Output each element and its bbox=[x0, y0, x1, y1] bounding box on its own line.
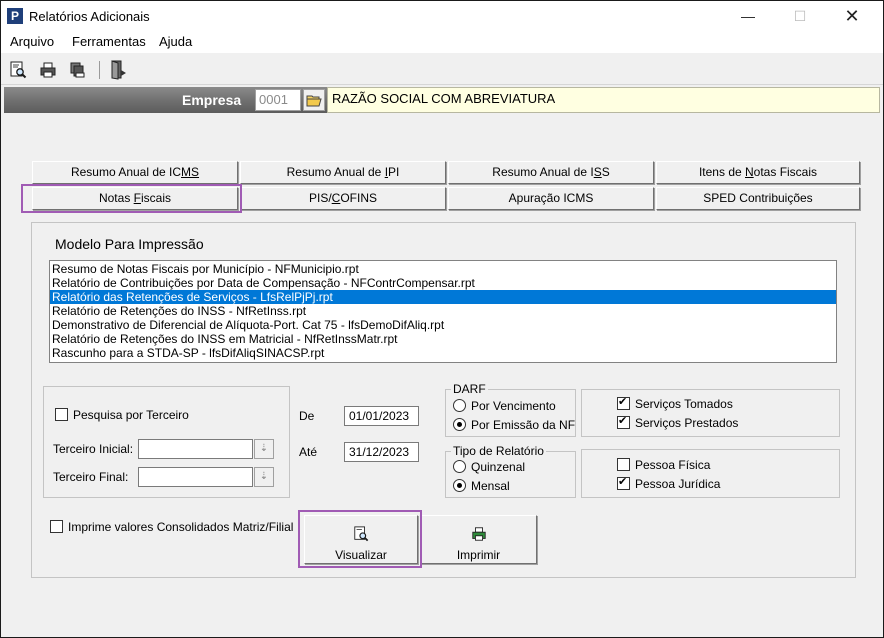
terceiro-inicial-lookup-icon[interactable]: ⇣ bbox=[254, 439, 274, 459]
preview-icon[interactable] bbox=[7, 59, 29, 81]
data-final-input[interactable]: 31/12/2023 bbox=[344, 442, 419, 462]
mensal-label: Mensal bbox=[471, 479, 510, 493]
empresa-name-field: RAZÃO SOCIAL COM ABREVIATURA bbox=[327, 87, 880, 113]
quinzenal-radio[interactable] bbox=[453, 460, 466, 473]
tab-label-rest: S bbox=[601, 165, 610, 179]
tipo-relatorio-group bbox=[445, 451, 576, 498]
darf-por-vencimento-radio[interactable] bbox=[453, 399, 466, 412]
tab-label: Resumo Anual de I bbox=[492, 165, 594, 179]
servicos-prestados-checkbox[interactable] bbox=[617, 415, 630, 429]
tab-label-rest: otas Fiscais bbox=[753, 165, 818, 179]
terceiro-inicial-input[interactable] bbox=[138, 439, 253, 459]
tab-label: Resumo Anual de IC bbox=[70, 165, 182, 179]
empresa-bar: Empresa 0001 RAZÃO SOCIAL COM ABREVIATUR… bbox=[4, 87, 880, 113]
pesquisa-terceiro-checkbox[interactable] bbox=[55, 408, 68, 421]
tab-label: Resumo Anual de bbox=[286, 165, 385, 179]
pessoa-fisica-label: Pessoa Física bbox=[635, 458, 711, 472]
pesquisa-terceiro-label: Pesquisa por Terceiro bbox=[73, 408, 189, 422]
list-item[interactable]: Relatório de Retenções do INSS - NfRetIn… bbox=[50, 304, 836, 318]
list-item[interactable]: Resumo de Notas Fiscais por Município - … bbox=[50, 262, 836, 276]
tab-label-accel: MS bbox=[181, 165, 200, 179]
tab-resumo-anual-iss[interactable]: Resumo Anual de ISS bbox=[448, 161, 654, 184]
terceiro-final-lookup-icon[interactable]: ⇣ bbox=[254, 467, 274, 487]
tab-apuracao-icms[interactable]: Apuração ICMS bbox=[448, 187, 654, 210]
menu-arquivo[interactable]: Arquivo bbox=[10, 34, 54, 49]
menu-ajuda[interactable]: Ajuda bbox=[159, 34, 192, 49]
print-icon[interactable] bbox=[37, 59, 59, 81]
tab-label: Apuração ICMS bbox=[508, 191, 594, 205]
pessoa-juridica-checkbox[interactable] bbox=[617, 476, 630, 490]
folder-open-icon[interactable] bbox=[303, 89, 325, 111]
servicos-prestados-label: Serviços Prestados bbox=[635, 416, 739, 430]
tab-resumo-anual-ipi[interactable]: Resumo Anual de IPI bbox=[240, 161, 446, 184]
de-label: De bbox=[299, 409, 315, 423]
toolbar-separator bbox=[99, 61, 100, 79]
menu-bar: Arquivo Ferramentas Ajuda bbox=[1, 31, 883, 53]
quinzenal-label: Quinzenal bbox=[471, 460, 526, 474]
consolidados-checkbox[interactable] bbox=[50, 520, 63, 533]
tab-label-accel: N bbox=[745, 165, 754, 179]
terceiro-inicial-label: Terceiro Inicial: bbox=[53, 442, 134, 456]
list-item[interactable]: Demonstrativo de Diferencial de Alíquota… bbox=[50, 318, 836, 332]
title-bar: P Relatórios Adicionais — ☐ ✕ bbox=[1, 1, 883, 31]
darf-title: DARF bbox=[451, 382, 488, 396]
ate-label: Até bbox=[299, 445, 318, 459]
print-icon bbox=[471, 526, 487, 542]
pessoa-fisica-checkbox[interactable] bbox=[617, 458, 630, 471]
modelo-listbox[interactable]: Resumo de Notas Fiscais por Município - … bbox=[49, 260, 837, 363]
tab-label-rest: PI bbox=[388, 165, 400, 179]
maximize-button[interactable]: ☐ bbox=[777, 1, 823, 31]
tab-label: Itens de bbox=[698, 165, 745, 179]
modelo-title: Modelo Para Impressão bbox=[55, 236, 204, 252]
tipo-relatorio-title: Tipo de Relatório bbox=[451, 444, 546, 458]
servicos-tomados-checkbox[interactable] bbox=[617, 396, 630, 410]
list-item[interactable]: Rascunho para a STDA-SP - lfsDifAliqSINA… bbox=[50, 346, 836, 360]
consolidados-label: Imprime valores Consolidados Matriz/Fili… bbox=[68, 520, 294, 534]
tab-label: SPED Contribuições bbox=[703, 191, 813, 205]
terceiro-final-input[interactable] bbox=[138, 467, 253, 487]
minimize-button[interactable]: — bbox=[725, 1, 771, 31]
menu-ferramentas[interactable]: Ferramentas bbox=[72, 34, 146, 49]
tab-label: PIS/ bbox=[308, 191, 332, 205]
darf-por-emissao-radio[interactable] bbox=[453, 418, 466, 431]
app-window: P Relatórios Adicionais — ☐ ✕ Arquivo Fe… bbox=[0, 0, 884, 638]
mensal-radio[interactable] bbox=[453, 479, 466, 492]
list-item-selected[interactable]: Relatório das Retenções de Serviços - Lf… bbox=[50, 290, 836, 304]
tab-sped-contribuicoes[interactable]: SPED Contribuições bbox=[656, 187, 860, 210]
empresa-code-field[interactable]: 0001 bbox=[255, 89, 301, 111]
close-button[interactable]: ✕ bbox=[829, 1, 875, 31]
empresa-label: Empresa bbox=[182, 92, 242, 108]
data-inicial-input[interactable]: 01/01/2023 bbox=[344, 406, 419, 426]
pessoa-juridica-label: Pessoa Jurídica bbox=[635, 477, 721, 491]
multi-print-icon[interactable] bbox=[67, 59, 89, 81]
tab-label-rest: OFINS bbox=[340, 191, 378, 205]
imprimir-button[interactable]: Imprimir bbox=[420, 515, 537, 564]
servicos-tomados-label: Serviços Tomados bbox=[635, 397, 733, 411]
darf-por-emissao-label: Por Emissão da NF bbox=[471, 418, 576, 432]
list-item[interactable]: Relatório de Contribuições por Data de C… bbox=[50, 276, 836, 290]
darf-por-vencimento-label: Por Vencimento bbox=[471, 399, 556, 413]
highlight-notas-fiscais bbox=[21, 184, 242, 213]
imprimir-label: Imprimir bbox=[456, 548, 501, 562]
tab-itens-notas-fiscais[interactable]: Itens de Notas Fiscais bbox=[656, 161, 860, 184]
terceiro-final-label: Terceiro Final: bbox=[53, 470, 129, 484]
tab-pis-cofins[interactable]: PIS/COFINS bbox=[240, 187, 446, 210]
highlight-visualizar bbox=[298, 510, 422, 568]
tab-resumo-anual-icms[interactable]: Resumo Anual de ICMS bbox=[32, 161, 238, 184]
toolbar bbox=[1, 55, 883, 85]
tab-label-accel: S bbox=[593, 165, 602, 179]
window-title: Relatórios Adicionais bbox=[29, 9, 150, 24]
list-item[interactable]: Relatório de Retenções do INSS em Matric… bbox=[50, 332, 836, 346]
exit-door-icon[interactable] bbox=[107, 59, 129, 81]
app-logo-icon: P bbox=[7, 8, 23, 24]
